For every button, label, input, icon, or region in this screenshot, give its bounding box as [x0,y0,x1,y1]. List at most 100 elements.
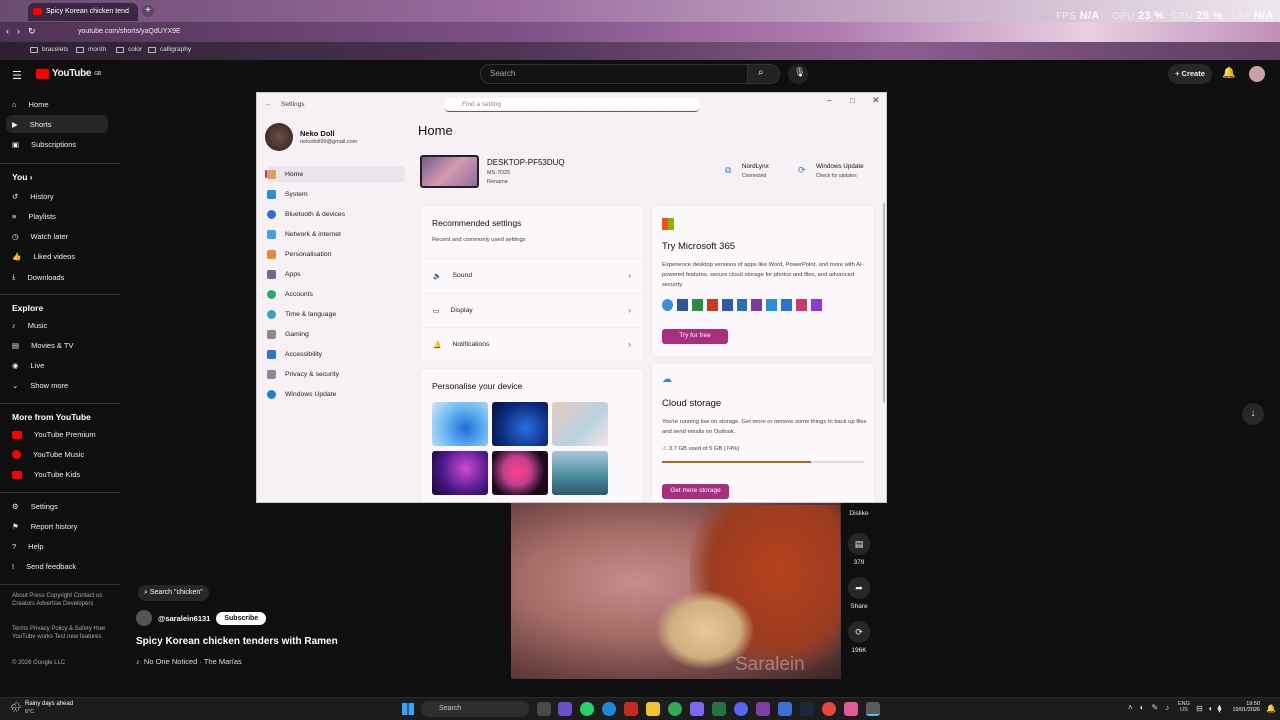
search-button[interactable]: ⌕ [748,64,780,84]
sidebar-item-report-history[interactable]: ⚑ Report history [12,522,77,531]
excel-icon[interactable] [712,702,726,716]
sidebar-item-subscriptions[interactable]: ▣ Subscriptions [12,140,76,149]
sidebar-item-show-more[interactable]: ⌄ Show more [12,381,68,390]
footer-links-2[interactable]: Terms Privacy Policy & Safety How YouTub… [12,625,112,641]
settings-search-input[interactable]: Find a setting [445,98,699,112]
sidebar-item-liked-videos[interactable]: 👍 Liked videos [12,252,75,261]
discord-icon[interactable] [734,702,748,716]
try-for-free-button[interactable]: Try for free [662,329,728,344]
nav-personalisation[interactable]: Personalisation [267,246,405,262]
scrollbar[interactable] [883,203,885,403]
bookmark-color[interactable]: color [116,46,142,53]
windows-start-icon[interactable] [402,703,414,715]
nordlynx-status[interactable]: NordLynx [742,163,769,170]
sidebar-item-home[interactable]: ⌂ Home [12,100,49,109]
nav-time-language[interactable]: Time & language [267,306,405,322]
bookmark-bracelets[interactable]: bracelets [30,46,68,53]
wallpaper-thumb[interactable] [552,402,608,446]
wallpaper-thumb[interactable] [552,451,608,495]
app-icon[interactable] [822,702,836,716]
edge-icon[interactable] [602,702,616,716]
language-indicator[interactable]: ENG US [1178,701,1190,713]
url-field[interactable]: youtube.com/shorts/yaQdUYX9E [60,25,1190,39]
nav-accessibility[interactable]: Accessibility [267,346,405,362]
get-more-storage-button[interactable]: Get more storage [662,484,729,499]
task-view-icon[interactable] [537,702,551,716]
notification-center-icon[interactable]: 🔔 [1266,704,1276,713]
close-button[interactable]: ✕ [872,95,880,106]
youtube-search-input[interactable]: Search [480,64,748,84]
app-icon[interactable] [844,702,858,716]
nav-apps[interactable]: Apps [267,266,405,282]
weather-text[interactable]: Rainy days ahead [25,701,73,707]
music-track[interactable]: ♪ No One Noticed · The Marías [136,657,242,666]
sidebar-item-movies[interactable]: ▤ Movies & TV [12,341,73,350]
wallpaper-thumb[interactable] [432,402,488,446]
next-short-button[interactable]: ↓ [1242,403,1264,425]
nav-bluetooth[interactable]: Bluetooth & devices [267,206,405,222]
settings-gear-icon[interactable] [866,702,880,716]
sidebar-item-yt-music[interactable]: YouTube Music [12,450,84,459]
app-icon[interactable] [778,702,792,716]
sidebar-item-watch-later[interactable]: ◷ Watch later [12,232,68,241]
maximize-button[interactable]: □ [850,96,855,105]
youtube-logo[interactable]: YouTube GB [36,68,101,79]
sidebar-item-premium[interactable]: YouTube Premium [12,430,96,439]
wallpaper-thumb[interactable] [432,451,488,495]
system-tray-icons[interactable]: ˄◐✎♪ [1128,703,1176,712]
row-sound[interactable]: 🔈 Sound › [421,258,643,292]
sidebar-item-live[interactable]: ◉ Live [12,361,44,370]
back-arrow-icon[interactable]: ← [265,101,272,108]
desktop-thumbnail[interactable] [420,155,479,188]
nav-privacy[interactable]: Privacy & security [267,366,405,382]
bookmark-calligraphy[interactable]: calligraphy [148,46,191,53]
sidebar-item-downloads[interactable]: ⤓ Downloads [12,272,64,282]
bookmark-month[interactable]: month [76,46,106,53]
wallpaper-thumb[interactable] [492,451,548,495]
minimize-button[interactable]: – [827,96,831,105]
nav-arrows-icon[interactable]: ‹›↻ [6,26,44,37]
browser-tab[interactable]: Spicy Korean chicken tend [28,3,138,21]
sidebar-item-send-feedback[interactable]: ! Send feedback [12,562,76,571]
app-icon[interactable] [756,702,770,716]
row-display[interactable]: ▭ Display › [421,293,643,327]
sidebar-item-yt-kids[interactable]: YouTube Kids [12,470,80,479]
windows-update-status[interactable]: Windows Update [816,163,864,170]
nav-system[interactable]: System [267,186,405,202]
taskbar-search[interactable]: Search [421,701,529,717]
sidebar-item-music[interactable]: ♪ Music [12,321,47,330]
sidebar-item-shorts[interactable]: ▶ Shorts [6,115,108,133]
sidebar-item-help[interactable]: ? Help [12,542,44,551]
wallpaper-thumb[interactable] [492,402,548,446]
menu-icon[interactable]: ☰ [12,69,22,82]
footer-links[interactable]: About Press Copyright Contact us Creator… [12,592,112,608]
user-avatar[interactable] [265,123,293,151]
notifications-bell-icon[interactable]: 🔔 [1222,66,1236,79]
avatar[interactable] [1249,66,1265,82]
comments-button[interactable]: ▤ 379 [842,533,876,566]
file-explorer-icon[interactable] [646,702,660,716]
row-notifications[interactable]: 🔔 Notifications › [421,327,643,361]
whatsapp-icon[interactable] [580,702,594,716]
voice-search-button[interactable]: 🎙 [788,64,808,84]
new-tab-button[interactable]: + [142,5,154,17]
sidebar-item-settings[interactable]: ⚙ Settings [12,502,58,511]
search-suggestion-chip[interactable]: ⌕ Search "chicken" [138,585,209,601]
nav-home[interactable]: Home [265,166,405,182]
nav-network[interactable]: Network & internet [267,226,405,242]
nav-gaming[interactable]: Gaming [267,326,405,342]
remix-button[interactable]: ⟳ 196K [842,621,876,654]
you-section-header[interactable]: You › [12,172,33,182]
app-icon[interactable] [690,702,704,716]
app-icon[interactable] [624,702,638,716]
channel-avatar[interactable] [136,610,152,626]
chrome-icon[interactable] [668,702,682,716]
rename-link[interactable]: Rename [487,179,508,185]
share-button[interactable]: ➦ Share [842,577,876,610]
steam-icon[interactable] [800,702,814,716]
nav-accounts[interactable]: Accounts [267,286,405,302]
sidebar-item-playlists[interactable]: ≡ Playlists [12,212,56,221]
create-button[interactable]: + Create [1168,64,1212,84]
dislike-button[interactable]: Dislike [842,510,876,517]
copilot-icon[interactable] [558,702,572,716]
